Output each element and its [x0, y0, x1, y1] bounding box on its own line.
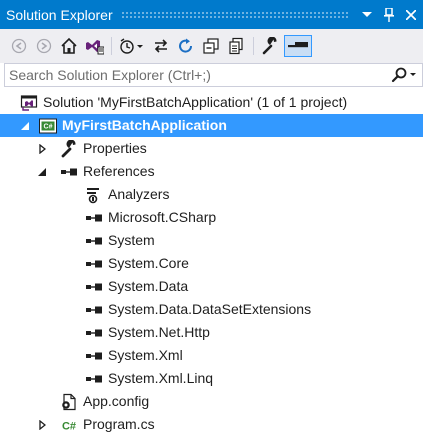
tree-item-app-config[interactable]: App.config [0, 390, 423, 413]
tree-item-references[interactable]: References [0, 160, 423, 183]
preview-selected-items-icon[interactable] [284, 35, 312, 57]
window-position-dropdown-icon[interactable] [357, 5, 377, 25]
tree-item-properties[interactable]: Properties [0, 137, 423, 160]
references-icon [60, 163, 78, 181]
csharp-file-icon: C# [60, 416, 78, 434]
solution-icon [20, 94, 38, 112]
tree-item-reference[interactable]: System.Core [0, 252, 423, 275]
tree-item-reference[interactable]: System.Data.DataSetExtensions [0, 298, 423, 321]
expanded-arrow-icon[interactable] [35, 160, 49, 183]
reference-icon [85, 209, 103, 227]
search-box[interactable] [4, 63, 423, 87]
collapsed-arrow-icon[interactable] [35, 413, 49, 436]
pending-changes-filter-icon[interactable] [117, 35, 147, 57]
tree-item-label: System.Data [108, 278, 189, 294]
tree-item-label: System.Net.Http [108, 324, 210, 340]
window-title: Solution Explorer [6, 6, 113, 23]
tree-item-reference[interactable]: System.Xml.Linq [0, 367, 423, 390]
tree-item-solution[interactable]: Solution 'MyFirstBatchApplication' (1 of… [0, 91, 423, 114]
tree-item-reference[interactable]: System.Data [0, 275, 423, 298]
tree-item-label: System.Xml.Linq [108, 370, 214, 386]
collapse-all-icon[interactable] [200, 35, 222, 57]
tree-item-reference[interactable]: System [0, 229, 423, 252]
title-bar[interactable]: Solution Explorer [0, 0, 423, 29]
wrench-icon [60, 139, 78, 158]
expanded-arrow-icon[interactable] [18, 114, 32, 137]
tree-item-program-cs[interactable]: C# Program.cs [0, 413, 423, 436]
tree-item-label: Solution 'MyFirstBatchApplication' (1 of… [43, 94, 348, 110]
reference-icon [85, 347, 103, 365]
reference-icon [85, 301, 103, 319]
tree-item-project[interactable]: C# MyFirstBatchApplication [0, 114, 423, 137]
svg-text:C#: C# [62, 420, 76, 432]
tree-item-label: App.config [83, 393, 150, 409]
tree-item-label: System [108, 232, 155, 248]
tree-item-label: Properties [83, 140, 147, 156]
tree-item-reference[interactable]: System.Net.Http [0, 321, 423, 344]
collapsed-arrow-icon[interactable] [35, 137, 49, 160]
svg-text:C#: C# [44, 123, 53, 130]
show-all-files-icon[interactable] [225, 35, 247, 57]
home-icon[interactable] [58, 35, 80, 57]
reference-icon [85, 255, 103, 273]
vs-switch-views-icon[interactable] [83, 35, 105, 57]
solution-explorer-window: Solution Explorer Search Solution Explor… [0, 0, 423, 437]
analyzers-icon [85, 186, 103, 204]
tree-item-label: Analyzers [108, 186, 170, 202]
properties-icon[interactable] [259, 35, 281, 57]
forward-icon[interactable] [33, 35, 55, 57]
toolbar-separator [111, 37, 112, 55]
tree-item-reference[interactable]: System.Xml [0, 344, 423, 367]
sync-with-active-document-icon[interactable] [150, 35, 172, 57]
reference-icon [85, 370, 103, 388]
reference-icon [85, 324, 103, 342]
tree-item-reference[interactable]: Microsoft.CSharp [0, 206, 423, 229]
reference-icon [85, 232, 103, 250]
tree-item-label: System.Core [108, 255, 189, 271]
toolbar-separator [253, 37, 254, 55]
search-input[interactable] [5, 66, 388, 84]
tree-item-reference[interactable]: Analyzers [0, 183, 423, 206]
auto-hide-pin-icon[interactable] [379, 5, 399, 25]
tree-item-label: Microsoft.CSharp [108, 209, 217, 225]
back-icon[interactable] [8, 35, 30, 57]
title-bar-grip[interactable] [120, 10, 349, 19]
search-options-icon[interactable] [388, 64, 422, 86]
tree-item-label: System.Xml [108, 347, 183, 363]
tree-item-label: Program.cs [83, 416, 155, 432]
config-file-icon [60, 393, 78, 411]
refresh-icon[interactable] [175, 35, 197, 57]
tree-item-label: References [83, 163, 155, 179]
tree-item-label: MyFirstBatchApplication [62, 117, 227, 133]
reference-icon [85, 278, 103, 296]
tree-item-label: System.Data.DataSetExtensions [108, 301, 312, 317]
csharp-project-icon: C# [39, 117, 57, 135]
toolbar [0, 29, 423, 63]
close-icon[interactable] [401, 5, 421, 25]
solution-tree: Solution 'MyFirstBatchApplication' (1 of… [0, 91, 423, 436]
